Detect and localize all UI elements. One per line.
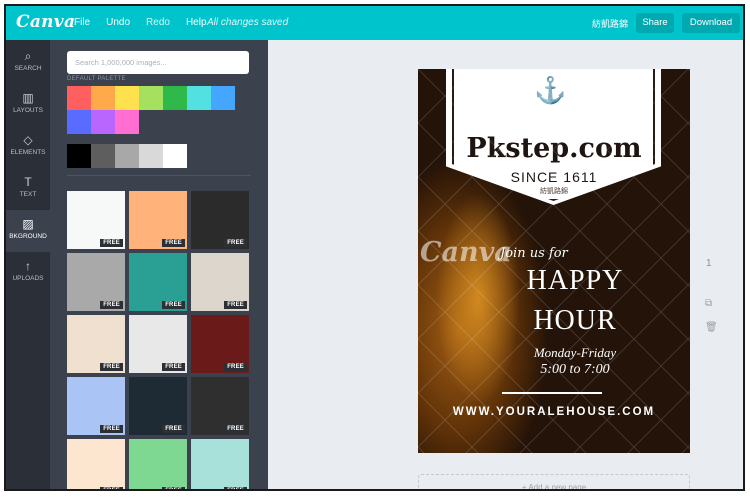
nav-layouts[interactable]: ▥ LAYOUTS <box>6 84 50 126</box>
background-tiles: FREE FREE FREE FREE FREE FREE FREE FREE FREE FREE… <box>67 191 253 489</box>
elements-icon: ◇ <box>23 133 33 147</box>
search-input[interactable]: Search 1,000,000 images... <box>67 51 249 74</box>
background-tile[interactable]: FREE <box>67 191 125 249</box>
palette-swatch[interactable] <box>211 86 235 110</box>
gray-swatch[interactable] <box>163 144 187 168</box>
background-tile[interactable]: FREE <box>129 253 187 311</box>
background-tile[interactable]: FREE <box>67 377 125 435</box>
free-badge: FREE <box>100 301 123 309</box>
palette-swatch[interactable] <box>163 86 187 110</box>
palette-swatch[interactable] <box>67 86 91 110</box>
menu-undo[interactable]: Undo <box>106 17 130 28</box>
add-page-button[interactable]: + Add a new page <box>418 474 690 489</box>
background-tile[interactable]: FREE <box>129 439 187 489</box>
default-palette <box>67 86 242 134</box>
menu-file[interactable]: File <box>74 17 90 28</box>
free-badge: FREE <box>224 239 247 247</box>
days-text[interactable]: Monday-Friday <box>490 345 660 361</box>
canva-logo[interactable]: Canva <box>16 12 75 32</box>
hour-text[interactable]: HOUR <box>490 305 660 337</box>
nav-elements[interactable]: ◇ ELEMENTS <box>6 126 50 168</box>
menu-help[interactable]: Help <box>186 17 207 28</box>
background-tile[interactable]: FREE <box>191 439 249 489</box>
palette-swatch[interactable] <box>91 110 115 134</box>
free-badge: FREE <box>162 239 185 247</box>
free-badge: FREE <box>100 425 123 433</box>
background-tile[interactable]: FREE <box>67 439 125 489</box>
nav-label: LAYOUTS <box>13 107 43 114</box>
search-icon: ⌕ <box>24 49 32 63</box>
background-tile[interactable]: FREE <box>129 315 187 373</box>
divider-line[interactable] <box>502 392 602 394</box>
download-button[interactable]: Download <box>682 13 740 33</box>
gray-swatch[interactable] <box>91 144 115 168</box>
top-menu: File Undo Redo Help <box>74 17 207 28</box>
poster-design[interactable]: ⚓ Pkstep.com SINCE 1611 紡凱路錦 Canva Join … <box>418 69 690 453</box>
time-text[interactable]: 5:00 to 7:00 <box>490 362 660 378</box>
app-window: Canva File Undo Redo Help All changes sa… <box>4 4 745 491</box>
palette-swatch[interactable] <box>67 110 91 134</box>
background-icon: ▨ <box>22 217 34 231</box>
page-number: 1 <box>706 258 712 269</box>
background-tile[interactable]: FREE <box>67 253 125 311</box>
uploads-icon: ↑ <box>25 259 31 273</box>
free-badge: FREE <box>224 487 247 489</box>
background-tile[interactable]: FREE <box>191 191 249 249</box>
nav-background[interactable]: ▨ BKGROUND <box>6 210 50 252</box>
left-nav: ⌕ SEARCH ▥ LAYOUTS ◇ ELEMENTS T TEXT ▨ B… <box>6 40 50 489</box>
background-tile[interactable]: FREE <box>191 377 249 435</box>
free-badge: FREE <box>162 301 185 309</box>
free-badge: FREE <box>162 487 185 489</box>
free-badge: FREE <box>100 487 123 489</box>
palette-label: DEFAULT PALETTE <box>67 76 126 82</box>
palette-swatch[interactable] <box>115 110 139 134</box>
free-badge: FREE <box>224 301 247 309</box>
gray-swatch[interactable] <box>139 144 163 168</box>
free-badge: FREE <box>100 239 123 247</box>
share-button[interactable]: Share <box>636 13 674 33</box>
gray-swatch[interactable] <box>115 144 139 168</box>
free-badge: FREE <box>162 363 185 371</box>
free-badge: FREE <box>224 363 247 371</box>
save-status: All changes saved <box>207 17 289 28</box>
watermark-text: Canva <box>420 237 512 268</box>
free-badge: FREE <box>224 425 247 433</box>
background-tile[interactable]: FREE <box>129 191 187 249</box>
username[interactable]: 紡凱路錦 <box>592 17 628 30</box>
happy-text[interactable]: HAPPY <box>490 265 660 297</box>
background-panel: Search 1,000,000 images... DEFAULT PALET… <box>50 40 268 489</box>
layouts-icon: ▥ <box>22 91 34 105</box>
background-tile[interactable]: FREE <box>129 377 187 435</box>
free-badge: FREE <box>162 425 185 433</box>
palette-swatch[interactable] <box>139 86 163 110</box>
nav-label: UPLOADS <box>12 275 44 282</box>
nav-label: SEARCH <box>14 65 42 72</box>
join-text[interactable]: Join us for <box>500 246 568 261</box>
free-badge: FREE <box>100 363 123 371</box>
nav-label: BKGROUND <box>9 233 47 240</box>
palette-swatch[interactable] <box>187 86 211 110</box>
nav-text[interactable]: T TEXT <box>6 168 50 210</box>
background-tile[interactable]: FREE <box>191 315 249 373</box>
palette-swatch[interactable] <box>115 86 139 110</box>
gray-swatch[interactable] <box>67 144 91 168</box>
nav-label: TEXT <box>19 191 37 198</box>
nav-label: ELEMENTS <box>10 149 46 156</box>
canvas-area: ⚓ Pkstep.com SINCE 1611 紡凱路錦 Canva Join … <box>268 40 743 489</box>
background-tile[interactable]: FREE <box>67 315 125 373</box>
background-tile[interactable]: FREE <box>191 253 249 311</box>
palette-swatch[interactable] <box>91 86 115 110</box>
text-icon: T <box>24 175 32 189</box>
divider <box>67 175 251 176</box>
delete-page-icon[interactable]: 🗑 <box>705 322 718 333</box>
menu-redo[interactable]: Redo <box>146 17 170 28</box>
copy-page-icon[interactable]: ⧉ <box>705 298 712 309</box>
nav-search[interactable]: ⌕ SEARCH <box>6 42 50 84</box>
url-text[interactable]: WWW.YOURALEHOUSE.COM <box>418 406 690 418</box>
top-bar: Canva File Undo Redo Help All changes sa… <box>6 6 743 40</box>
gray-palette <box>67 144 187 168</box>
nav-uploads[interactable]: ↑ UPLOADS <box>6 252 50 294</box>
